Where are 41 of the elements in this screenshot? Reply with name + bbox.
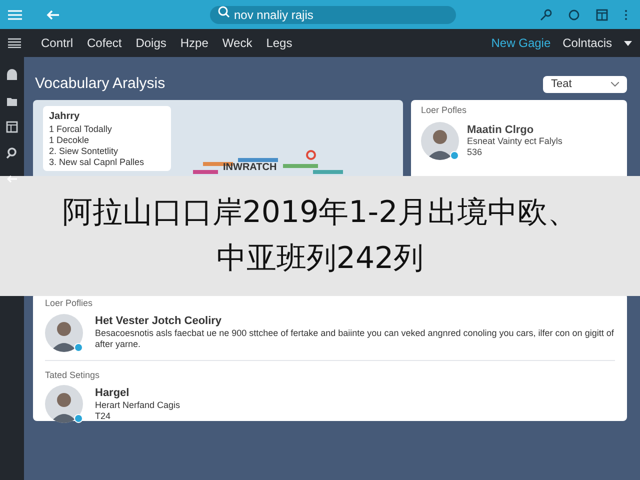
profile-text: Besacoesnotis asls faecbat ue ne 900 sttchee of fertake and baiinte you can veked angnred conoling you cars, ilfer con on gigitt of after yarne. (95, 328, 615, 350)
caption-text: 阿拉山口口岸2019年1-2月出境中欧、中亚班列242列 (61, 194, 579, 278)
list-item: 2. Siew Sontetlity (49, 146, 120, 157)
chevron-icon (611, 82, 619, 86)
avatar (45, 385, 83, 423)
nav-link[interactable]: Cofect (87, 34, 122, 52)
page-title: Vocabulary Aralysis (35, 74, 166, 94)
profile-count: 536 (467, 146, 484, 158)
search-field[interactable]: nov nnaliy rajis (210, 6, 456, 24)
search-icon (218, 6, 230, 18)
more-icon[interactable] (624, 8, 628, 20)
profile-count: T24 (95, 410, 112, 422)
list-icon[interactable] (8, 38, 21, 48)
profile-name: Hargel (95, 386, 130, 400)
nav-link[interactable]: Contrl (41, 34, 74, 52)
avatar (421, 122, 459, 160)
filter-dropdown[interactable]: Teat (543, 76, 627, 92)
section-heading: Tated Setings (45, 368, 101, 382)
caret-icon[interactable] (624, 40, 632, 46)
back-arrow-icon[interactable] (6, 173, 18, 185)
profile-text: Herart Nerfand Cagis (95, 400, 182, 410)
nav-link[interactable]: Doigs (136, 34, 166, 52)
search-icon[interactable] (6, 147, 18, 159)
profile-subtitle: Esneat Vainty ect Falyls (467, 136, 562, 146)
nav-link[interactable]: Colntacis (562, 34, 612, 52)
folder-icon[interactable] (6, 95, 18, 107)
section-heading: Loer Poflies (45, 297, 94, 310)
profile-name: Maatin Clrgo (467, 124, 535, 136)
word-cloud-word: INWRATCH (223, 161, 277, 175)
bubble-title: Jahrry (49, 110, 81, 124)
list-item: 3. New sal Capnl Palles (49, 157, 146, 168)
nav-link[interactable]: Weck (222, 34, 252, 52)
list-item: 1 Forcal Todally (49, 124, 113, 135)
menu-icon[interactable] (8, 10, 22, 20)
list-item: 1 Decokle (49, 135, 90, 146)
nav-link[interactable]: Legs (266, 34, 292, 52)
profile-name: Het Vester Jotch Ceoliry (95, 315, 223, 328)
avatar (45, 314, 83, 352)
section-heading: Loer Pofles (421, 104, 468, 117)
nav-link[interactable]: New Gagie (491, 34, 551, 52)
nav-link[interactable]: Hzpe (180, 34, 208, 52)
